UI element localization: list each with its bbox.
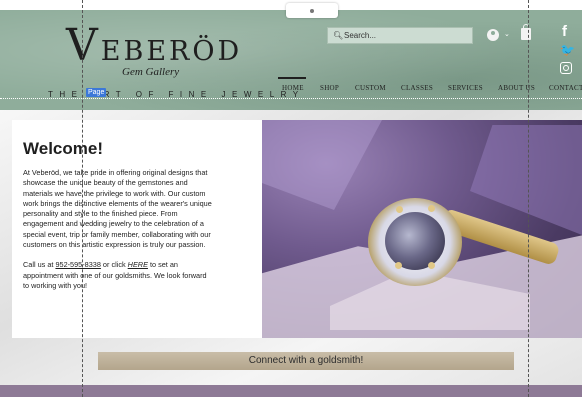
site-logo[interactable]: VEBERÖD — [66, 24, 243, 68]
welcome-title: Welcome! — [23, 139, 103, 158]
here-link[interactable]: HERE — [128, 260, 148, 269]
ring-prong — [428, 205, 435, 212]
facebook-icon[interactable]: f — [562, 23, 567, 40]
nav-active-indicator — [278, 77, 306, 79]
logo-subtitle: Gem Gallery — [122, 66, 180, 78]
nav-custom[interactable]: CUSTOM — [355, 84, 386, 92]
page-tag: Page — [86, 88, 107, 97]
phone-link[interactable]: 952-595-8338 — [55, 260, 100, 269]
logo-initial: V — [66, 20, 101, 71]
nav-services[interactable]: SERVICES — [448, 84, 483, 92]
call-middle: or click — [100, 260, 128, 270]
ring-prong — [428, 262, 435, 269]
horizontal-guide — [0, 98, 582, 99]
ring-prong — [395, 262, 402, 269]
vertical-guide-right — [528, 0, 529, 397]
connect-goldsmith-button[interactable]: Connect with a goldsmith! — [98, 352, 514, 370]
shopping-bag-icon[interactable] — [521, 28, 531, 40]
nav-home[interactable]: HOME — [282, 84, 304, 92]
ring-prong — [396, 206, 403, 213]
instagram-lens — [563, 65, 569, 71]
call-prefix: Call us at — [23, 260, 56, 270]
twitter-icon[interactable]: 🐦 — [560, 43, 575, 57]
contact-paragraph: Call us at 952-595-8338 or click HERE to… — [23, 260, 213, 291]
handle-dot-icon — [310, 9, 314, 13]
nav-about-us[interactable]: ABOUT US — [498, 84, 535, 92]
chevron-down-icon[interactable]: ⌄ — [504, 30, 510, 38]
welcome-paragraph: At Veberöd, we take pride in offering or… — [23, 168, 212, 250]
search-input[interactable] — [344, 28, 464, 43]
nav-shop[interactable]: SHOP — [320, 84, 339, 92]
welcome-text: At Veberöd, we take pride in offering or… — [23, 168, 213, 291]
search-icon: 🔍︎ — [333, 31, 344, 40]
avatar-head — [491, 31, 495, 35]
vertical-guide-left — [82, 0, 83, 397]
logo-name: EBERÖD — [100, 36, 243, 67]
nav-contact[interactable]: CONTACT — [549, 84, 582, 92]
ring-gemstone — [385, 212, 445, 270]
footer-band — [0, 385, 582, 397]
nav-classes[interactable]: CLASSES — [401, 84, 433, 92]
